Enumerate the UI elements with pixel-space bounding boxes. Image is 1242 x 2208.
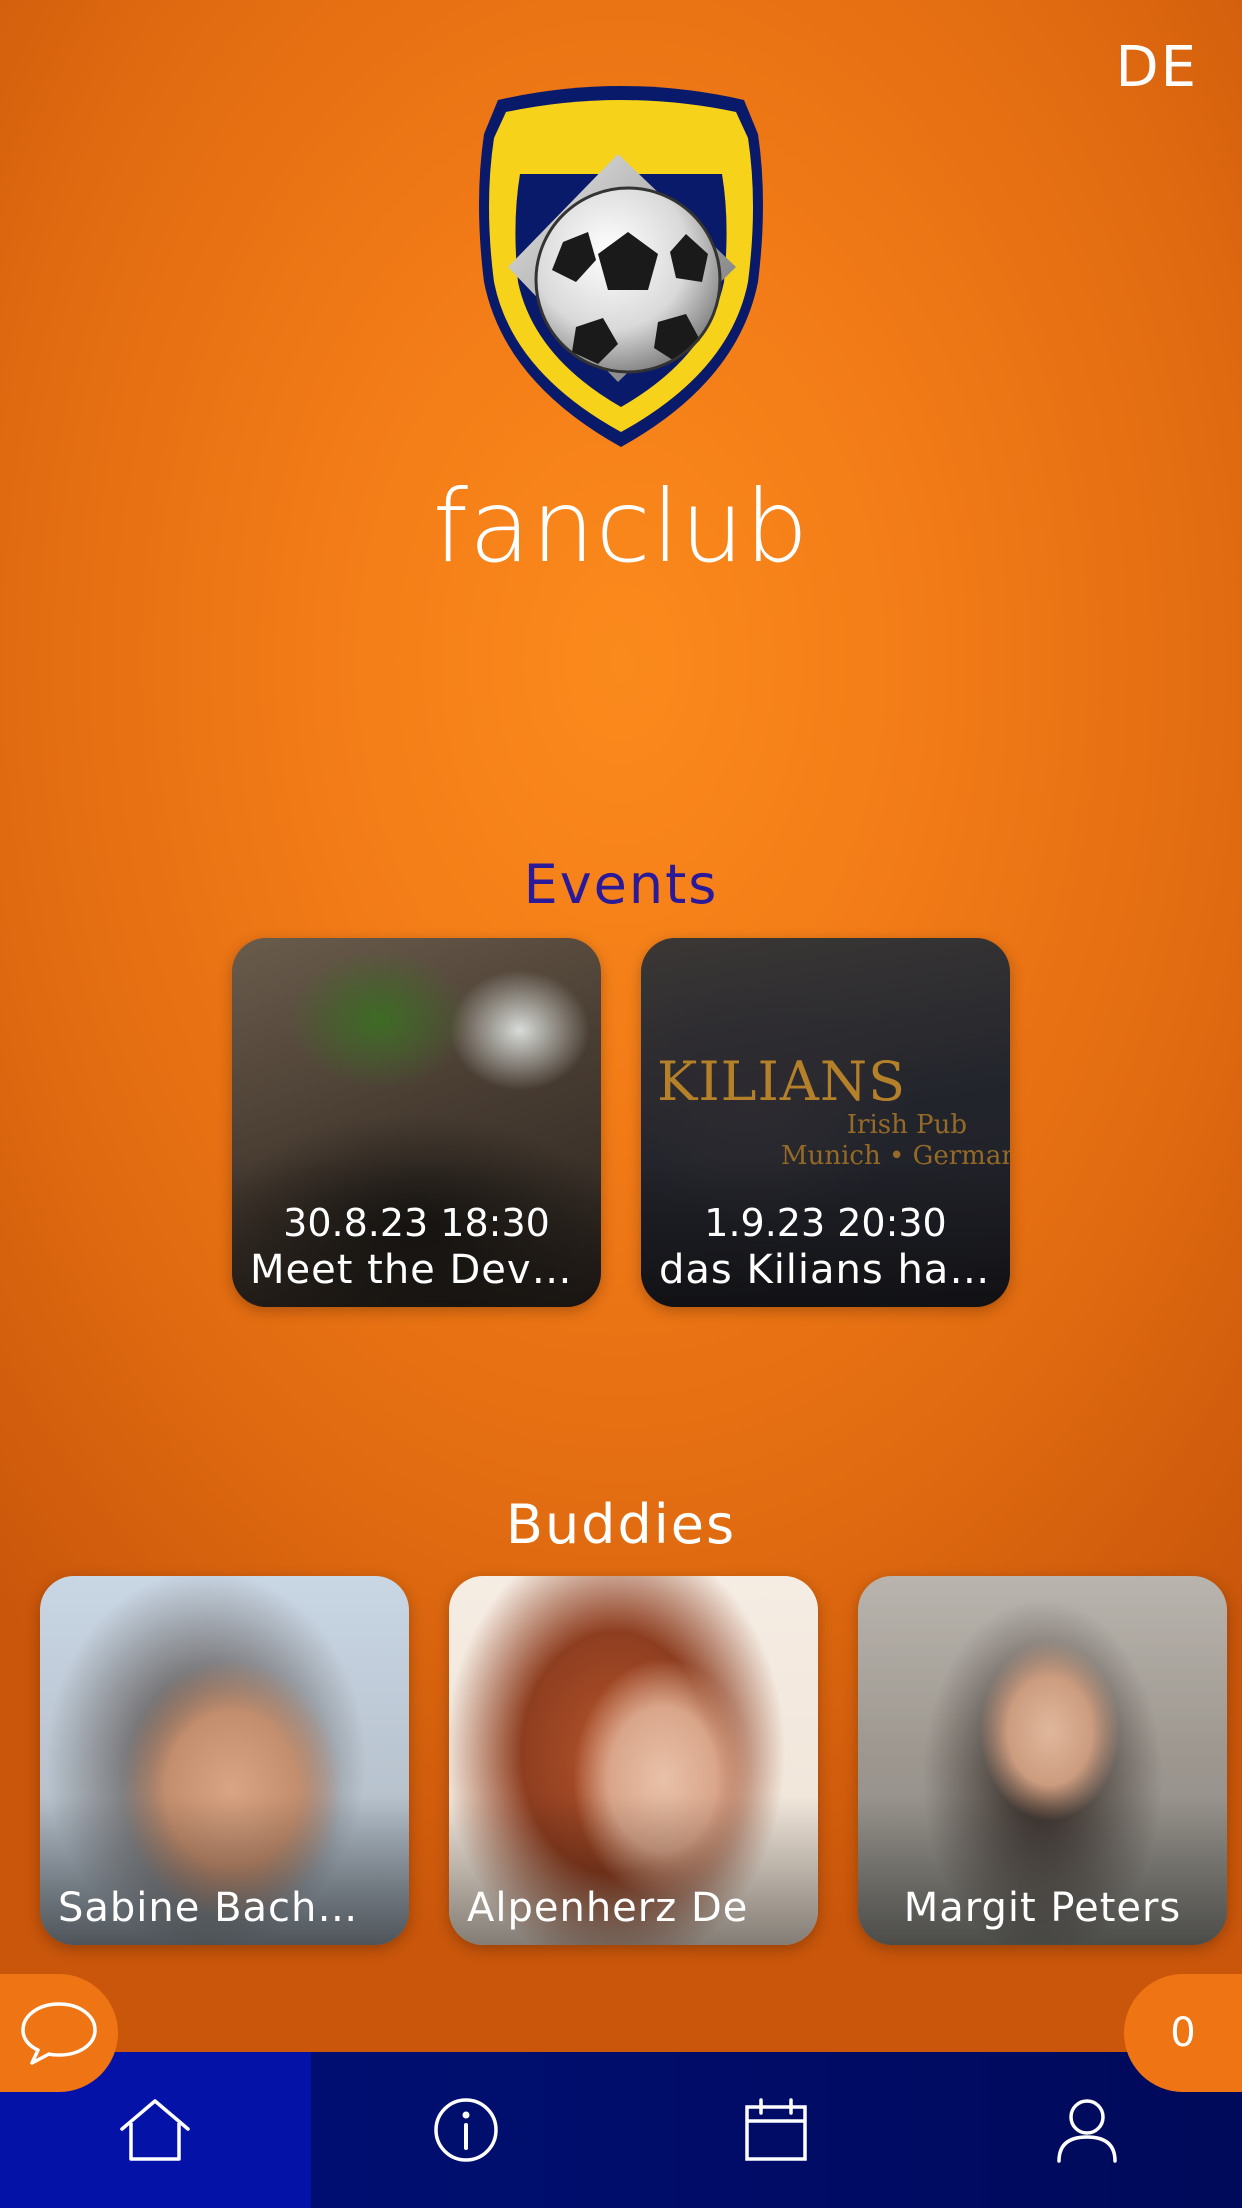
event-title: Meet the Devs ... bbox=[250, 1247, 583, 1293]
event-title: das Kilians hat... bbox=[659, 1247, 992, 1293]
home-icon bbox=[120, 2099, 190, 2161]
language-switch[interactable]: DE bbox=[1115, 35, 1198, 100]
bottom-tab-bar bbox=[0, 2052, 1242, 2208]
info-icon bbox=[434, 2098, 498, 2162]
buddy-name: Margit Peters bbox=[903, 1885, 1182, 1931]
calendar-icon bbox=[745, 2098, 807, 2161]
chat-bubble-icon bbox=[21, 2002, 97, 2065]
events-section-title: Events bbox=[523, 853, 719, 916]
notification-count-button[interactable]: 0 bbox=[1124, 1974, 1242, 2092]
buddy-card[interactable]: Margit Peters bbox=[858, 1576, 1227, 1945]
event-card[interactable]: KILIANS Irish Pub Munich • Germany 1.9.2… bbox=[641, 938, 1010, 1307]
event-card[interactable]: 30.8.23 18:30 Meet the Devs ... bbox=[232, 938, 601, 1307]
app-title: fanclub bbox=[432, 468, 810, 585]
event-date: 1.9.23 20:30 bbox=[704, 1201, 947, 1245]
chat-button[interactable] bbox=[0, 1974, 118, 2092]
buddy-card[interactable]: Sabine Bachm... bbox=[40, 1576, 409, 1945]
tab-calendar[interactable] bbox=[621, 2052, 932, 2208]
buddy-name: Sabine Bachm... bbox=[58, 1885, 391, 1931]
fanclub-logo bbox=[479, 86, 763, 447]
event-date: 30.8.23 18:30 bbox=[283, 1201, 550, 1245]
event-image-sign-text: KILIANS bbox=[657, 1050, 907, 1113]
user-icon bbox=[1057, 2099, 1117, 2163]
buddies-section-title: Buddies bbox=[505, 1493, 737, 1556]
buddy-card[interactable]: Alpenherz De bbox=[449, 1576, 818, 1945]
buddy-name: Alpenherz De bbox=[467, 1885, 749, 1931]
tab-info[interactable] bbox=[311, 2052, 622, 2208]
